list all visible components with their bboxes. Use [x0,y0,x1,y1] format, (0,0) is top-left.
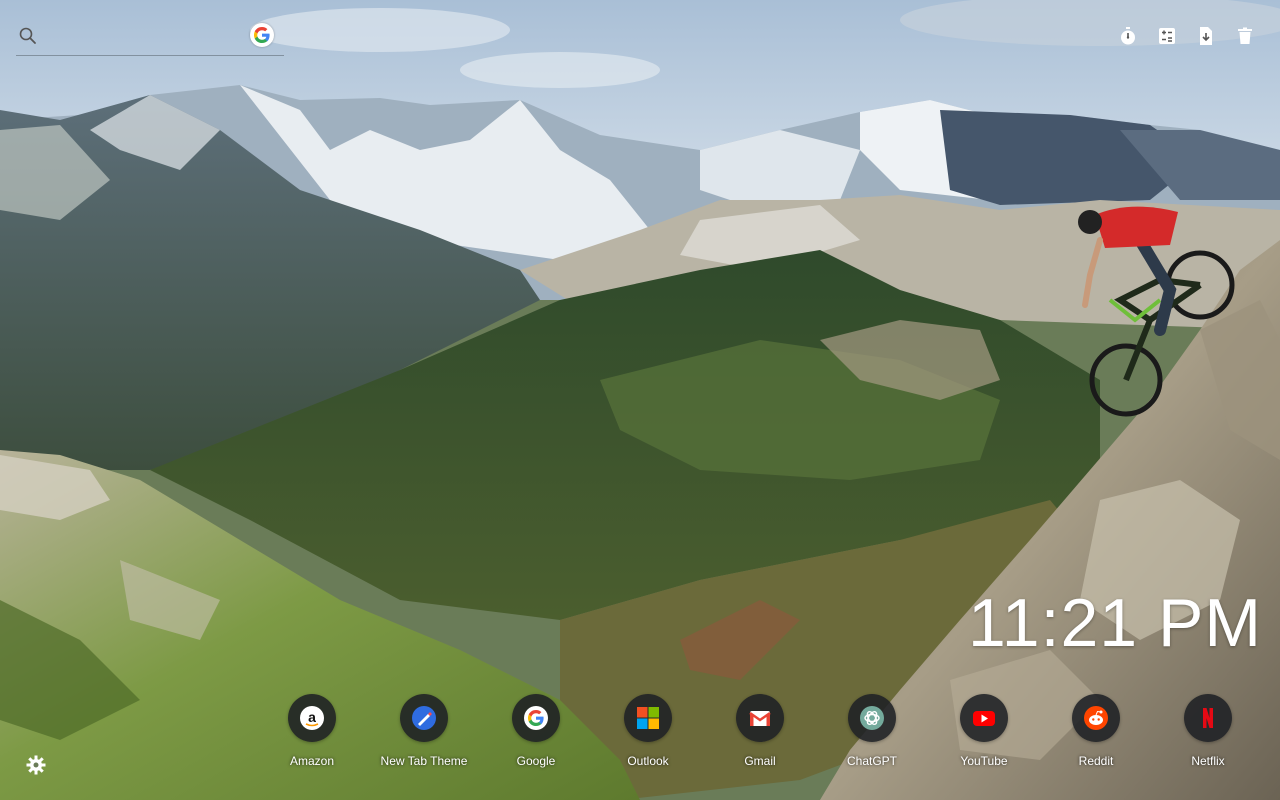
new-tab-theme-icon [411,705,437,731]
gear-icon [25,754,47,776]
shortcut-label: Google [516,754,556,768]
clock-display: 11:21 PM [967,585,1262,661]
wallpaper-mountain-bike [0,0,1280,800]
file-download-icon[interactable] [1195,24,1217,48]
chatgpt-icon [859,705,885,731]
shortcut-outlook[interactable]: Outlook [592,694,704,774]
shortcut-amazon[interactable]: a Amazon [256,694,368,774]
toolbar [1117,24,1256,48]
reddit-icon [1083,705,1109,731]
shortcut-label: Amazon [289,754,335,768]
shortcut-label: ChatGPT [846,754,897,768]
timer-icon[interactable] [1117,24,1139,48]
shortcut-chatgpt[interactable]: ChatGPT [816,694,928,774]
shortcut-label: Netflix [1191,754,1225,768]
shortcut-label: Gmail [744,754,776,768]
magnifier-icon[interactable] [18,26,38,46]
shortcut-youtube[interactable]: YouTube [928,694,1040,774]
outlook-icon [635,705,661,731]
google-icon [523,705,549,731]
shortcut-label: Reddit [1078,754,1114,768]
calculator-icon[interactable] [1156,24,1178,48]
shortcut-google[interactable]: Google [480,694,592,774]
shortcut-reddit[interactable]: Reddit [1040,694,1152,774]
search-input[interactable] [46,24,246,50]
shortcut-label: YouTube [960,754,1008,768]
amazon-icon: a [299,705,325,731]
shortcut-gmail[interactable]: Gmail [704,694,816,774]
shortcut-netflix[interactable]: Netflix [1152,694,1264,774]
trash-icon[interactable] [1234,24,1256,48]
gmail-icon [747,705,773,731]
search-bar [16,22,284,56]
shortcut-new-tab-theme[interactable]: New Tab Theme [368,694,480,774]
netflix-icon [1195,705,1221,731]
shortcut-bar: a Amazon New Tab Theme Google Outlook Gm… [256,694,1266,774]
shortcut-label: Outlook [627,754,669,768]
shortcut-label: New Tab Theme [380,754,468,768]
svg-text:a: a [308,709,316,725]
google-logo-icon[interactable] [250,23,274,47]
settings-button[interactable] [25,754,47,776]
youtube-icon [971,705,997,731]
